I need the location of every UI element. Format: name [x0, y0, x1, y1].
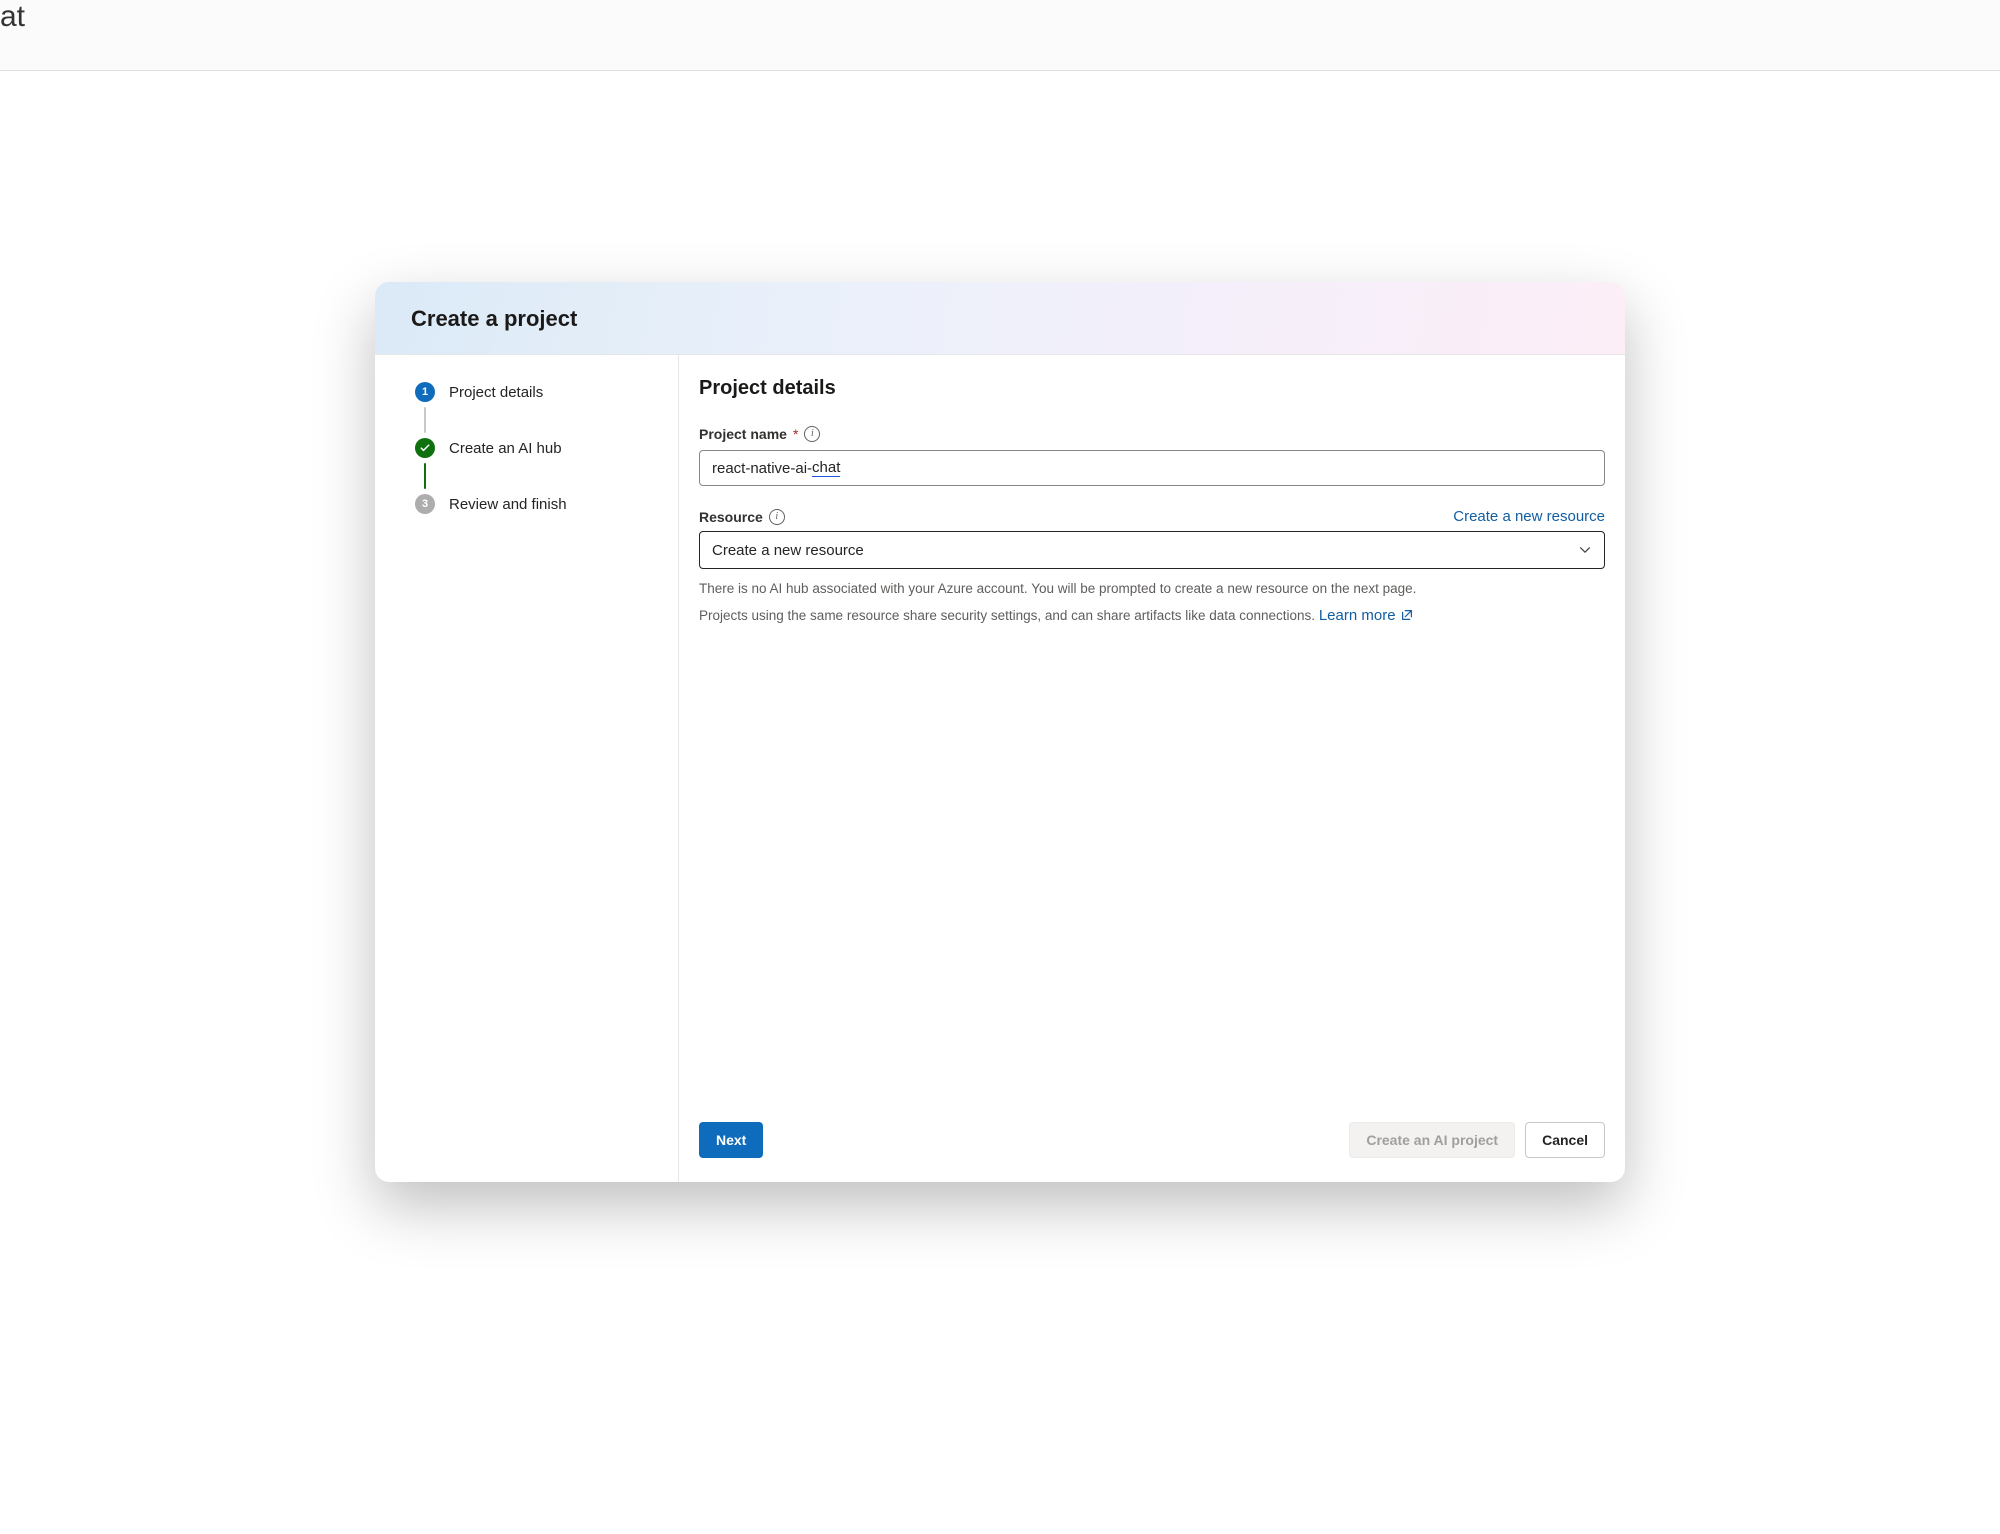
input-value-prefix: react-native-ai- — [712, 460, 812, 477]
next-button[interactable]: Next — [699, 1122, 763, 1158]
info-icon[interactable]: i — [804, 426, 820, 442]
required-indicator: * — [793, 426, 798, 442]
resource-helper-text: There is no AI hub associated with your … — [699, 579, 1605, 599]
step-create-ai-hub[interactable]: Create an AI hub — [415, 433, 654, 463]
input-value-suffix: chat — [812, 459, 840, 477]
step-label: Create an AI hub — [449, 440, 562, 457]
step-number-icon: 3 — [415, 494, 435, 514]
modal-title: Create a project — [411, 306, 1589, 332]
step-number-icon: 1 — [415, 382, 435, 402]
step-project-details[interactable]: 1 Project details — [415, 377, 654, 407]
content-heading: Project details — [699, 377, 1605, 400]
info-icon[interactable]: i — [769, 509, 785, 525]
checkmark-icon — [415, 438, 435, 458]
cancel-button[interactable]: Cancel — [1525, 1122, 1605, 1158]
create-ai-project-button: Create an AI project — [1349, 1122, 1515, 1158]
chevron-down-icon — [1578, 543, 1592, 557]
modal-header: Create a project — [375, 282, 1625, 355]
resource-label: Resource — [699, 509, 763, 525]
project-name-input[interactable]: react-native-ai-chat — [699, 450, 1605, 486]
step-label: Review and finish — [449, 496, 567, 513]
learn-more-link[interactable]: Learn more — [1319, 607, 1414, 624]
step-label: Project details — [449, 384, 543, 401]
resource-helper-text-2: Projects using the same resource share s… — [699, 605, 1605, 628]
wizard-steps-sidebar: 1 Project details Create an AI hub 3 Rev… — [375, 355, 679, 1182]
step-connector — [424, 407, 427, 433]
resource-select[interactable]: Create a new resource — [699, 531, 1605, 569]
create-project-modal: Create a project 1 Project details Creat… — [375, 282, 1625, 1182]
step-review-finish[interactable]: 3 Review and finish — [415, 489, 654, 519]
external-link-icon — [1400, 608, 1414, 622]
project-name-label: Project name — [699, 426, 787, 442]
modal-content: Project details Project name * i react-n… — [679, 355, 1625, 1182]
select-value: Create a new resource — [712, 542, 864, 559]
create-new-resource-link[interactable]: Create a new resource — [1453, 508, 1605, 525]
step-connector — [424, 463, 427, 489]
modal-footer: Next Create an AI project Cancel — [699, 1104, 1605, 1162]
